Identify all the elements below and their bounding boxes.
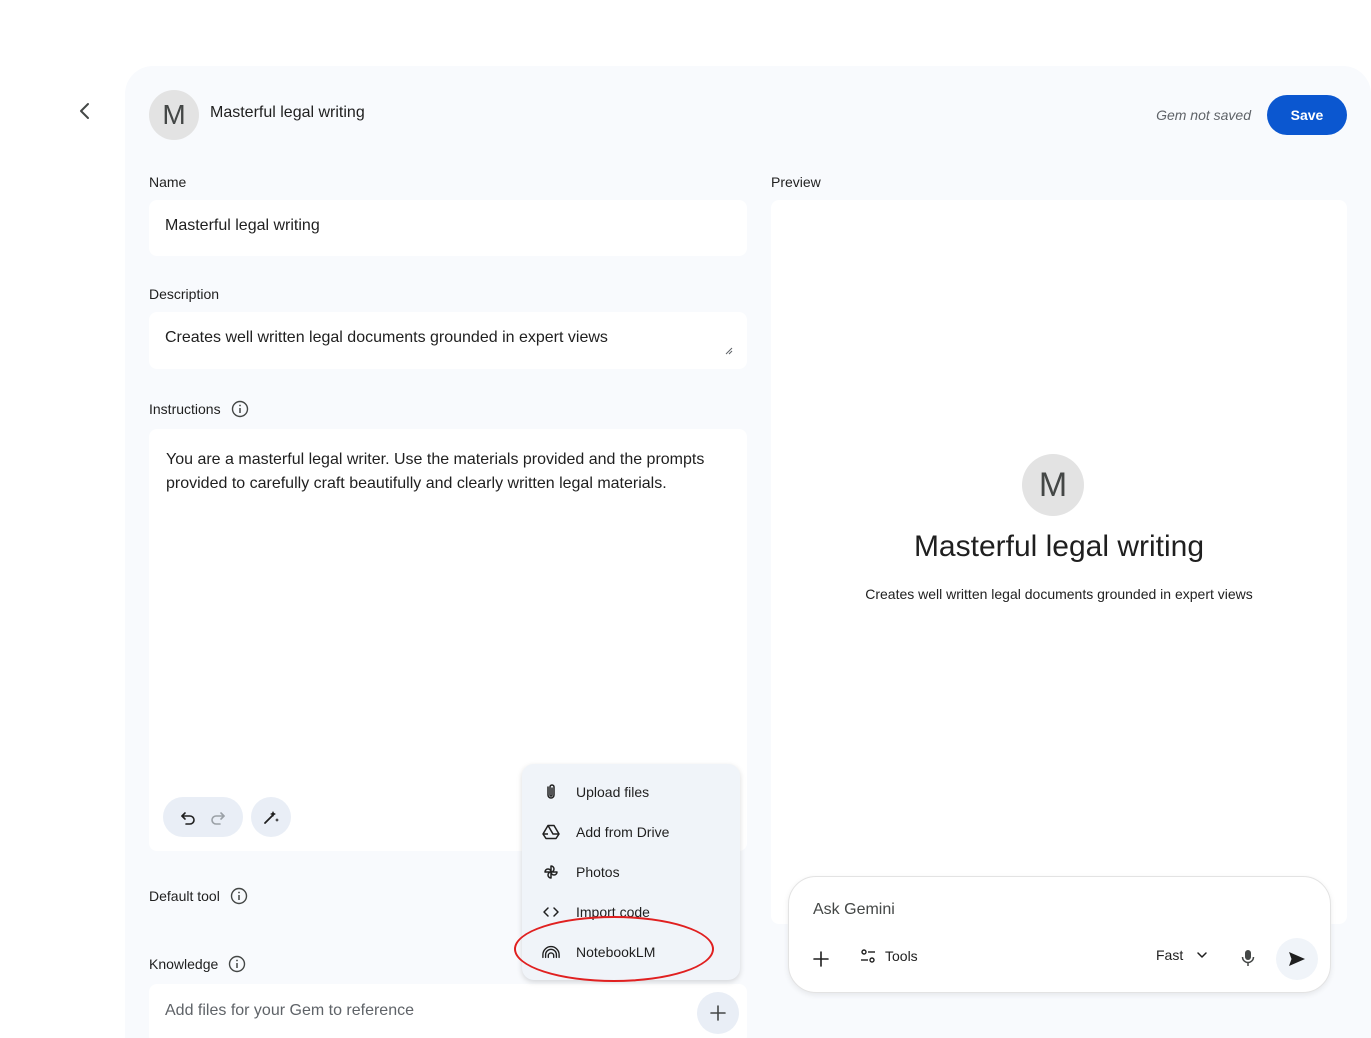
tools-label: Tools [885, 948, 918, 964]
magic-rewrite-button[interactable] [251, 797, 291, 837]
resize-handle-icon[interactable] [723, 345, 733, 355]
description-value: Creates well written legal documents gro… [165, 329, 608, 346]
info-icon[interactable] [231, 400, 249, 418]
preview-label: Preview [771, 174, 821, 190]
chat-composer: Ask Gemini Tools Fast [788, 876, 1331, 993]
chevron-left-icon [80, 103, 89, 119]
instructions-value: You are a masterful legal writer. Use th… [166, 451, 705, 492]
redo-icon[interactable] [209, 808, 227, 826]
default-tool-label: Default tool [149, 887, 248, 905]
menu-item-add-from-drive[interactable]: Add from Drive [522, 812, 740, 852]
name-label-text: Name [149, 174, 187, 190]
preview-avatar: M [1022, 454, 1084, 516]
send-icon [1289, 952, 1305, 966]
add-knowledge-button[interactable] [697, 992, 739, 1034]
knowledge-label: Knowledge [149, 955, 246, 973]
description-input[interactable]: Creates well written legal documents gro… [149, 312, 747, 369]
menu-item-photos[interactable]: Photos [522, 852, 740, 892]
preview-area: M Masterful legal writing Creates well w… [771, 200, 1347, 924]
name-label: Name [149, 174, 186, 190]
plus-icon [710, 1005, 726, 1021]
paperclip-icon [542, 783, 560, 801]
gem-title: Masterful legal writing [210, 104, 365, 121]
menu-item-import-code[interactable]: Import code [522, 892, 740, 932]
description-label: Description [149, 286, 219, 302]
default-tool-label-text: Default tool [149, 888, 220, 904]
plus-icon [813, 951, 829, 967]
magic-wand-icon [264, 811, 279, 824]
chevron-down-icon [1197, 952, 1207, 958]
menu-item-label: Upload files [576, 784, 650, 800]
back-button[interactable] [64, 90, 106, 132]
menu-item-label: Import code [576, 904, 650, 920]
info-icon[interactable] [230, 887, 248, 905]
info-icon[interactable] [228, 955, 246, 973]
save-status-text: Gem not saved [1156, 107, 1251, 123]
code-icon [542, 903, 560, 921]
knowledge-label-text: Knowledge [149, 956, 219, 972]
save-button[interactable]: Save [1267, 95, 1347, 135]
mode-label: Fast [1156, 947, 1184, 963]
photos-icon [542, 863, 560, 881]
knowledge-placeholder: Add files for your Gem to reference [165, 1002, 414, 1019]
instructions-label-text: Instructions [149, 401, 221, 417]
attach-menu: Upload files Add from Drive Photos Impor… [522, 764, 740, 980]
gem-editor-panel: M Masterful legal writing Gem not saved … [125, 66, 1371, 1038]
undo-icon[interactable] [179, 808, 197, 826]
tools-icon [861, 949, 875, 963]
knowledge-dropzone[interactable]: Add files for your Gem to reference [149, 984, 747, 1038]
menu-item-label: Add from Drive [576, 824, 670, 840]
chat-add-button[interactable] [806, 944, 836, 974]
microphone-button[interactable] [1235, 945, 1261, 971]
preview-title: Masterful legal writing [913, 530, 1205, 563]
menu-item-notebooklm[interactable]: NotebookLM [522, 932, 740, 972]
name-input[interactable]: Masterful legal writing [149, 200, 747, 256]
notebooklm-icon [542, 943, 560, 961]
chat-input[interactable]: Ask Gemini [813, 901, 895, 919]
microphone-icon [1241, 950, 1255, 966]
send-button[interactable] [1276, 938, 1318, 980]
description-label-text: Description [149, 286, 220, 302]
undo-redo-group [163, 797, 243, 837]
tools-button[interactable]: Tools [859, 947, 918, 965]
menu-item-upload-files[interactable]: Upload files [522, 772, 740, 812]
drive-icon [542, 823, 560, 841]
gem-avatar: M [149, 90, 199, 140]
preview-description: Creates well written legal documents gro… [865, 586, 1253, 602]
menu-item-label: Photos [576, 864, 620, 880]
menu-item-label: NotebookLM [576, 944, 656, 960]
model-mode-dropdown[interactable]: Fast [1156, 947, 1209, 963]
instructions-label: Instructions [149, 400, 249, 418]
